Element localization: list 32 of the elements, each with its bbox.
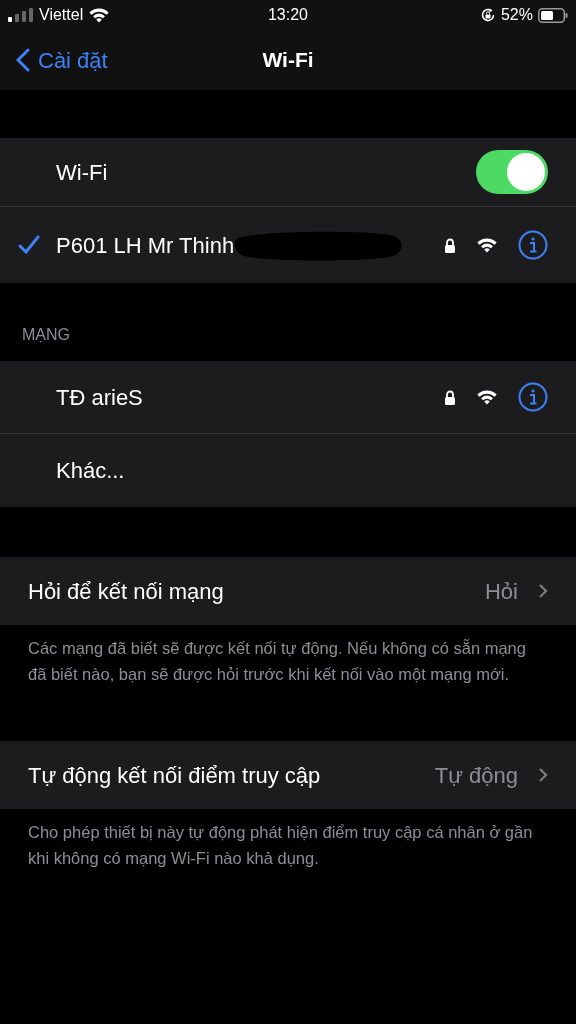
setting-row[interactable]: Hỏi để kết nối mạng Hỏi — [0, 557, 576, 625]
battery-percent: 52% — [500, 5, 533, 25]
chevron-icon — [538, 583, 548, 599]
other-network-item[interactable]: Khác... — [56, 454, 548, 487]
setting-label: Tự động kết nối điểm truy cập — [28, 761, 322, 790]
setting-value: Tự động — [434, 761, 518, 790]
network-name: P601 LH Mr Thinh — [56, 231, 235, 260]
wifi-signal-icon — [88, 6, 111, 24]
info-icon[interactable] — [518, 230, 548, 260]
wifi-toggle[interactable] — [476, 150, 548, 194]
lock-icon — [444, 389, 456, 405]
cellular-signal-icon — [8, 8, 34, 22]
setting-label: Hỏi để kết nối mạng — [28, 577, 225, 606]
carrier-name: Viettel — [39, 5, 84, 25]
back-chevron-icon — [16, 48, 30, 72]
setting-footnote: Các mạng đã biết sẽ được kết nối tự động. Nếu không có sẵn mạng đã biết nào, bạn sẽ được hỏi trước khi kết nối vào một mạng mới. — [27, 638, 527, 685]
info-icon[interactable] — [518, 382, 548, 412]
setting-value: Hỏi — [485, 577, 518, 606]
wifi-signal-icon — [476, 236, 498, 254]
page-title: Wi-Fi — [262, 47, 314, 74]
section-header: MẠNG — [22, 325, 70, 345]
lock-icon — [444, 237, 456, 253]
rotation-lock-icon — [479, 7, 496, 23]
chevron-icon — [538, 767, 548, 783]
network-name[interactable]: TĐ arieS — [56, 380, 444, 414]
setting-footnote: Cho phép thiết bị này tự động phát hiện điểm truy cập cá nhân ở gần khi không có mạng Wi-Fi nào khả dụng. — [27, 822, 534, 869]
setting-row[interactable]: Tự động kết nối điểm truy cập Tự động — [0, 741, 576, 809]
status-time: 13:20 — [267, 5, 308, 25]
wifi-label: Wi-Fi — [56, 158, 109, 187]
wifi-signal-icon — [476, 388, 498, 406]
battery-icon — [538, 7, 568, 23]
back-button[interactable]: Cài đặt — [16, 43, 108, 77]
